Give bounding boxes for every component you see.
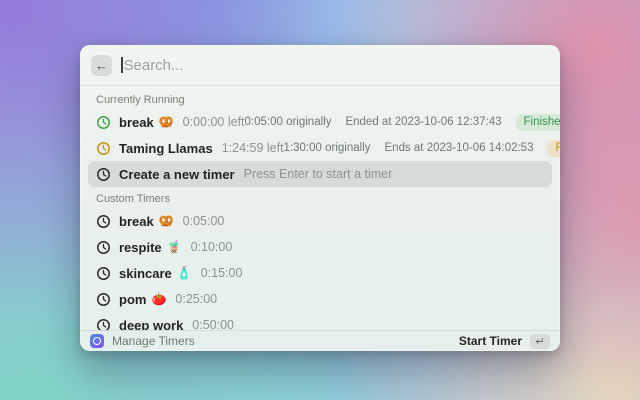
footer-app-label: Manage Timers [112, 334, 195, 348]
timer-title: pom [119, 292, 146, 307]
timers-app-icon [90, 334, 104, 348]
search-bar: ← [80, 45, 560, 86]
timer-title: deep work [119, 318, 183, 331]
timer-subtitle: Press Enter to start a timer [244, 167, 393, 181]
timer-title: Taming Llamas [119, 141, 213, 156]
timer-emoji: 🥨 [159, 214, 174, 228]
timer-emoji: 🧴 [177, 266, 192, 280]
timer-emoji: 🍅 [151, 292, 166, 306]
status-badge: Finished! [516, 114, 561, 131]
timer-title: break [119, 115, 154, 130]
timer-row[interactable]: Create a new timer Press Enter to start a… [88, 161, 552, 187]
timer-title: Create a new timer [119, 167, 235, 182]
clock-icon [96, 240, 111, 255]
start-timer-label: Start Timer [459, 334, 522, 348]
timer-subtitle: 0:00:00 left [183, 115, 245, 129]
text-caret [121, 57, 123, 73]
results-list: Currently Running break🥨0:00:00 left0:05… [80, 86, 560, 330]
clock-icon [96, 141, 111, 156]
status-badge: Running [547, 140, 560, 157]
clock-icon [96, 167, 111, 182]
return-key-icon: ↵ [530, 334, 550, 349]
timer-subtitle: 0:25:00 [175, 292, 217, 306]
clock-icon [96, 318, 111, 331]
timer-row[interactable]: Taming Llamas 1:24:59 left1:30:00 origina… [88, 135, 552, 161]
timer-end-time: Ended at 2023-10-06 12:37:43 [345, 116, 501, 128]
timer-subtitle: 0:50:00 [192, 318, 234, 330]
timer-row[interactable]: deep work 0:50:00 [88, 312, 552, 330]
section-label: Custom Timers [88, 187, 552, 208]
timer-emoji: 🧋 [167, 240, 182, 254]
timer-row[interactable]: break 🥨 0:00:00 left0:05:00 originally Ende… [88, 109, 552, 135]
timer-subtitle: 0:10:00 [191, 240, 233, 254]
back-button[interactable]: ← [91, 55, 112, 76]
clock-icon [96, 214, 111, 229]
timer-subtitle: 0:05:00 [183, 214, 225, 228]
timer-title: skincare [119, 266, 172, 281]
section-label: Currently Running [88, 88, 552, 109]
clock-icon [96, 115, 111, 130]
clock-icon [96, 266, 111, 281]
clock-icon [96, 292, 111, 307]
timer-row[interactable]: break 🥨 0:05:00 [88, 208, 552, 234]
timer-end-time: Ends at 2023-10-06 14:02:53 [385, 142, 534, 154]
footer: Manage Timers Start Timer ↵ [80, 330, 560, 351]
launcher-window: ← Currently Running break🥨0:00:00 left0:… [80, 45, 560, 351]
timer-subtitle: 1:24:59 left [222, 141, 284, 155]
arrow-left-icon: ← [95, 58, 108, 73]
timer-subtitle: 0:15:00 [201, 266, 243, 280]
timer-row[interactable]: skincare 🧴 0:15:00 [88, 260, 552, 286]
timer-original-duration: 1:30:00 originally [284, 142, 371, 154]
timer-title: respite [119, 240, 162, 255]
search-input[interactable] [124, 57, 550, 74]
timer-original-duration: 0:05:00 originally [245, 116, 332, 128]
timer-title: break [119, 214, 154, 229]
start-timer-button[interactable]: Start Timer ↵ [459, 334, 550, 349]
timer-row[interactable]: respite 🧋 0:10:00 [88, 234, 552, 260]
timer-row[interactable]: pom 🍅 0:25:00 [88, 286, 552, 312]
timer-emoji: 🥨 [159, 115, 174, 129]
